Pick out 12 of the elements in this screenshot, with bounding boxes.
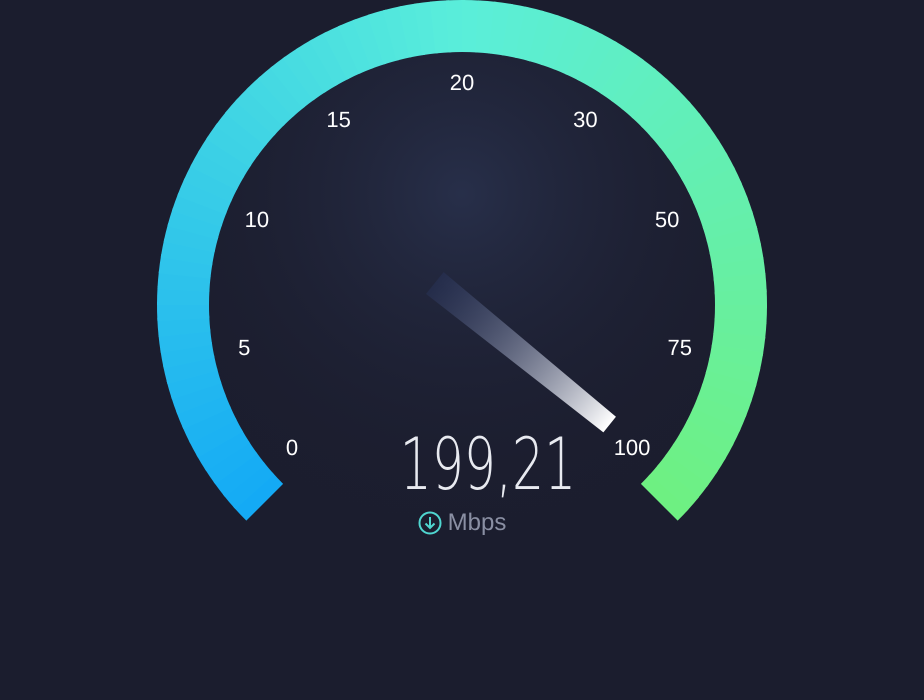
scale-label: 0	[286, 436, 298, 459]
scale-label: 75	[667, 337, 692, 360]
scale-label: 30	[573, 109, 598, 132]
speed-value: 199,21	[400, 428, 576, 500]
scale-label: 5	[238, 337, 250, 360]
scale-label: 50	[654, 209, 680, 232]
scale-label: 20	[450, 72, 474, 94]
scale-label: 100	[614, 436, 650, 459]
unit-label: Mbps	[448, 511, 506, 535]
download-icon	[418, 511, 442, 535]
scale-label: 15	[326, 109, 351, 132]
scale-label: 10	[244, 209, 270, 232]
